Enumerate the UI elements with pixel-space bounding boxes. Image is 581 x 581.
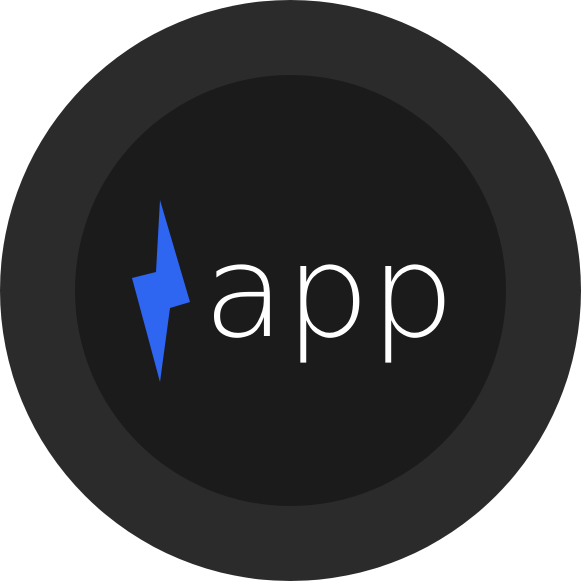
app-logo: app (0, 0, 581, 581)
logo-wordmark: app (203, 218, 455, 367)
lightning-bolt-icon (132, 200, 190, 382)
logo-wordmark-text: app (203, 218, 455, 367)
